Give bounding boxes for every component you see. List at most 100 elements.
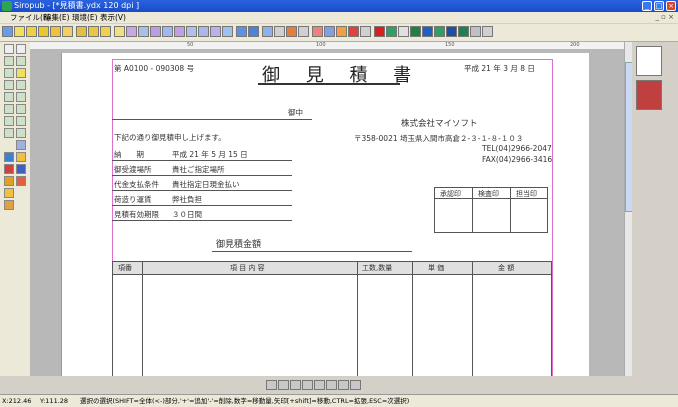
tool-icon-28[interactable] <box>336 26 347 37</box>
field-value: 貴社指定日現金払い <box>172 180 240 189</box>
tool-icon-35[interactable] <box>422 26 433 37</box>
first-page-button[interactable] <box>266 380 277 390</box>
tool-t-icon[interactable] <box>4 176 14 186</box>
tool-icon-6[interactable] <box>62 26 73 37</box>
tool-icon-36[interactable] <box>434 26 445 37</box>
minimize-button[interactable]: _ <box>642 1 652 11</box>
tool-n-icon[interactable] <box>16 128 26 138</box>
tool-icon-29[interactable] <box>348 26 359 37</box>
select-arrow-icon[interactable] <box>4 44 14 54</box>
add-page-button[interactable] <box>350 380 361 390</box>
tool-icon-5[interactable] <box>50 26 61 37</box>
last-page-button[interactable] <box>338 380 349 390</box>
tool-s-icon[interactable] <box>16 164 26 174</box>
tool-icon-11[interactable] <box>126 26 137 37</box>
tool-palette <box>0 42 31 376</box>
tool-icon-18[interactable] <box>210 26 221 37</box>
tool-icon-32[interactable] <box>386 26 397 37</box>
tool-icon-3[interactable] <box>26 26 37 37</box>
tool-icon-34[interactable] <box>410 26 421 37</box>
tool-m-icon[interactable] <box>4 128 14 138</box>
close-button[interactable]: × <box>666 1 676 11</box>
column-header: 単 価 <box>428 264 445 272</box>
field-value: ３０日間 <box>172 210 202 219</box>
page-thumbnails <box>632 42 678 376</box>
margin-guide <box>552 59 553 376</box>
tool-u-icon[interactable] <box>16 176 26 186</box>
tool-icon-16[interactable] <box>186 26 197 37</box>
tool-icon-8[interactable] <box>88 26 99 37</box>
tool-icon-2[interactable] <box>14 26 25 37</box>
menu-edit[interactable]: 編集(E) <box>44 12 70 23</box>
table-column-line <box>357 261 358 376</box>
tool-icon-13[interactable] <box>150 26 161 37</box>
next-page-button[interactable] <box>326 380 337 390</box>
tool-icon-39[interactable] <box>470 26 481 37</box>
nav-button[interactable] <box>290 380 301 390</box>
tool-icon-24[interactable] <box>286 26 297 37</box>
tool-icon-14[interactable] <box>162 26 173 37</box>
tool-icon-1[interactable] <box>2 26 13 37</box>
tool-icon-27[interactable] <box>324 26 335 37</box>
document-page[interactable]: 第 A0100 - 090308 号 御 見 積 書 平成 21 年 3 月 8… <box>61 53 589 376</box>
tool-icon-20[interactable] <box>236 26 247 37</box>
tool-b-icon[interactable] <box>16 56 26 66</box>
tool-d-icon[interactable] <box>16 68 26 78</box>
tool-icon-17[interactable] <box>198 26 209 37</box>
tool-f-icon[interactable] <box>16 80 26 90</box>
field-value: 弊社負担 <box>172 195 202 204</box>
tool-icon-25[interactable] <box>298 26 309 37</box>
prev-page-button[interactable] <box>278 380 289 390</box>
amount-underline <box>212 251 412 252</box>
tool-g-icon[interactable] <box>4 92 14 102</box>
tool-o-icon[interactable] <box>16 140 26 150</box>
tool-icon-40[interactable] <box>482 26 493 37</box>
company-tel: TEL(04)2966-2047 <box>482 144 552 153</box>
ruler-label: 150 <box>445 42 455 48</box>
tool-v-icon[interactable] <box>4 188 14 198</box>
tool-l-icon[interactable] <box>16 116 26 126</box>
tool-w-icon[interactable] <box>4 200 14 210</box>
tool-icon-4[interactable] <box>38 26 49 37</box>
page-thumbnail[interactable] <box>636 80 662 110</box>
tool-j-icon[interactable] <box>16 104 26 114</box>
tool-e-icon[interactable] <box>4 80 14 90</box>
mdi-window-controls[interactable]: _ ▫ × <box>655 12 674 23</box>
tool-icon-9[interactable] <box>100 26 111 37</box>
tool-icon-31[interactable] <box>374 26 385 37</box>
tool-icon-23[interactable] <box>274 26 285 37</box>
tool-p-icon[interactable] <box>4 152 14 162</box>
maximize-button[interactable]: □ <box>654 1 664 11</box>
nav-button[interactable] <box>314 380 325 390</box>
tool-icon-7[interactable] <box>76 26 87 37</box>
tool-icon-10[interactable] <box>114 26 125 37</box>
page-thumbnail[interactable] <box>636 46 662 76</box>
status-y: Y:111.28 <box>40 397 69 405</box>
field-label: 荷造り運賃 <box>114 195 152 204</box>
title-underline <box>258 83 400 85</box>
tool-icon-26[interactable] <box>312 26 323 37</box>
tool-icon-12[interactable] <box>138 26 149 37</box>
tool-k-icon[interactable] <box>4 116 14 126</box>
menu-env[interactable]: 環境(E) <box>72 12 98 23</box>
tool-i-icon[interactable] <box>4 104 14 114</box>
document-canvas[interactable]: 第 A0100 - 090308 号 御 見 積 書 平成 21 年 3 月 8… <box>30 49 624 376</box>
nav-button[interactable] <box>302 380 313 390</box>
tool-icon-15[interactable] <box>174 26 185 37</box>
tool-a-icon[interactable] <box>4 56 14 66</box>
tool-c-icon[interactable] <box>4 68 14 78</box>
tool-icon-21[interactable] <box>248 26 259 37</box>
tool-icon-19[interactable] <box>222 26 233 37</box>
tool-r-icon[interactable] <box>4 164 14 174</box>
tool-icon-30[interactable] <box>360 26 371 37</box>
tool-q-icon[interactable] <box>16 152 26 162</box>
items-table <box>112 261 552 376</box>
tool-icon-38[interactable] <box>458 26 469 37</box>
tool-icon-33[interactable] <box>398 26 409 37</box>
tool-icon-37[interactable] <box>446 26 457 37</box>
tool-icon-22[interactable] <box>262 26 273 37</box>
field-line <box>112 175 292 176</box>
cursor-icon[interactable] <box>16 44 26 54</box>
menu-view[interactable]: 表示(V) <box>100 12 126 23</box>
tool-h-icon[interactable] <box>16 92 26 102</box>
